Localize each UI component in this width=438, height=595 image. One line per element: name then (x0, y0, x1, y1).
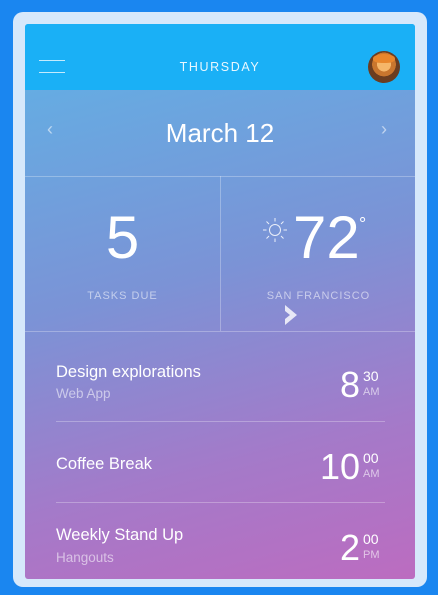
event-hour: 10 (319, 446, 360, 487)
event-title: Coffee Break (56, 455, 153, 473)
weather-stat[interactable]: 72 ° SAN FRANCISCO (221, 176, 415, 331)
event-title: Design explorations (56, 363, 201, 381)
event-subtitle: Web App (56, 386, 111, 401)
event-minute: 30 (363, 368, 379, 384)
weather-location: SAN FRANCISCO (266, 290, 371, 302)
chevron-right-icon[interactable]: › (381, 120, 387, 138)
app-screen: THURSDAY ‹ March 12 › 5 TASKS DUE 72 ° S… (25, 24, 415, 579)
event-ampm: AM (363, 386, 380, 398)
event-ampm: PM (363, 549, 380, 561)
temperature-value: 72 (293, 204, 360, 271)
event-subtitle: Hangouts (56, 550, 114, 565)
event-minute: 00 (363, 531, 379, 547)
chevron-right-arrow-icon[interactable] (279, 301, 307, 329)
date-navigator: ‹ March 12 › (25, 90, 415, 176)
top-bar: THURSDAY (25, 24, 415, 90)
day-title: THURSDAY (179, 60, 261, 74)
event-title: Weekly Stand Up (56, 526, 184, 544)
stats-panel: 5 TASKS DUE 72 ° SAN FRANCISCO (25, 176, 415, 331)
event-item[interactable]: Weekly Stand Up Hangouts 2 00 PM (25, 502, 415, 579)
tasks-due-label: TASKS DUE (87, 290, 158, 302)
event-minute: 00 (363, 450, 379, 466)
tasks-due-stat[interactable]: 5 TASKS DUE (25, 176, 220, 331)
event-item[interactable]: Design explorations Web App 8 30 AM (25, 331, 415, 411)
event-hour: 2 (339, 527, 360, 568)
tasks-due-count: 5 (105, 204, 140, 271)
date-title: March 12 (165, 118, 275, 148)
event-item[interactable]: Coffee Break 10 00 AM (25, 421, 415, 501)
event-hour: 8 (339, 364, 360, 405)
event-ampm: AM (363, 468, 380, 480)
avatar[interactable] (368, 51, 400, 83)
sun-icon (263, 218, 287, 242)
temperature-unit: ° (359, 214, 367, 234)
